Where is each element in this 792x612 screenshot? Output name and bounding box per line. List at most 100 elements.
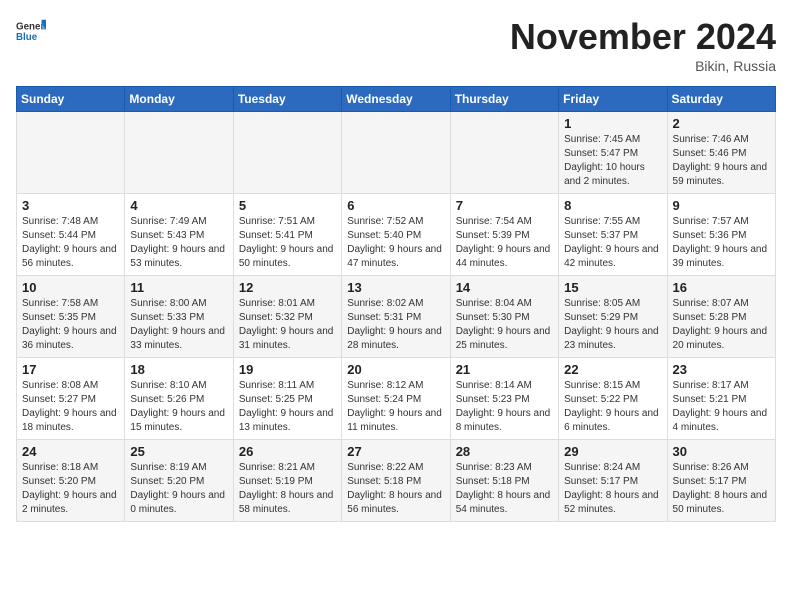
calendar-day-cell: 6 Sunrise: 7:52 AM Sunset: 5:40 PM Daylig… bbox=[342, 194, 450, 276]
day-info: Sunrise: 8:01 AM Sunset: 5:32 PM Dayligh… bbox=[239, 297, 336, 353]
day-number: 20 bbox=[347, 362, 444, 377]
calendar-day-cell: 16 Sunrise: 8:07 AM Sunset: 5:28 PM Dayli… bbox=[667, 276, 775, 358]
day-info: Sunrise: 7:45 AM Sunset: 5:47 PM Dayligh… bbox=[564, 133, 661, 189]
calendar-day-cell: 1 Sunrise: 7:45 AM Sunset: 5:47 PM Daylig… bbox=[559, 112, 667, 194]
calendar-day-cell: 11Sunrise: 8:00 AM Sunset: 5:33 PM Dayli… bbox=[125, 276, 233, 358]
day-info: Sunrise: 8:10 AM Sunset: 5:26 PM Dayligh… bbox=[130, 379, 227, 435]
calendar-day-cell: 23Sunrise: 8:17 AM Sunset: 5:21 PM Dayli… bbox=[667, 358, 775, 440]
calendar-day-cell: 21Sunrise: 8:14 AM Sunset: 5:23 PM Dayli… bbox=[450, 358, 558, 440]
calendar-day-cell bbox=[342, 112, 450, 194]
weekday-header-cell: Wednesday bbox=[342, 87, 450, 112]
calendar-day-cell: 20Sunrise: 8:12 AM Sunset: 5:24 PM Dayli… bbox=[342, 358, 450, 440]
title-block: November 2024 Bikin, Russia bbox=[510, 16, 776, 74]
day-number: 25 bbox=[130, 444, 227, 459]
calendar-day-cell: 25 Sunrise: 8:19 AM Sunset: 5:20 PM Dayli… bbox=[125, 440, 233, 522]
calendar-week-row: 24 Sunrise: 8:18 AM Sunset: 5:20 PM Dayli… bbox=[17, 440, 776, 522]
calendar-day-cell: 3 Sunrise: 7:48 AM Sunset: 5:44 PM Daylig… bbox=[17, 194, 125, 276]
day-number: 5 bbox=[239, 198, 336, 213]
day-info: Sunrise: 7:54 AM Sunset: 5:39 PM Dayligh… bbox=[456, 215, 553, 271]
day-number: 13 bbox=[347, 280, 444, 295]
calendar-day-cell: 15 Sunrise: 8:05 AM Sunset: 5:29 PM Dayli… bbox=[559, 276, 667, 358]
day-number: 9 bbox=[673, 198, 770, 213]
day-info: Sunrise: 7:49 AM Sunset: 5:43 PM Dayligh… bbox=[130, 215, 227, 271]
calendar-day-cell: 7 Sunrise: 7:54 AM Sunset: 5:39 PM Daylig… bbox=[450, 194, 558, 276]
calendar-day-cell bbox=[125, 112, 233, 194]
day-number: 29 bbox=[564, 444, 661, 459]
calendar-day-cell: 24 Sunrise: 8:18 AM Sunset: 5:20 PM Dayli… bbox=[17, 440, 125, 522]
day-info: Sunrise: 8:22 AM Sunset: 5:18 PM Dayligh… bbox=[347, 461, 444, 517]
day-number: 1 bbox=[564, 116, 661, 131]
day-number: 8 bbox=[564, 198, 661, 213]
weekday-header-cell: Friday bbox=[559, 87, 667, 112]
day-info: Sunrise: 7:52 AM Sunset: 5:40 PM Dayligh… bbox=[347, 215, 444, 271]
calendar-table: SundayMondayTuesdayWednesdayThursdayFrid… bbox=[16, 86, 776, 522]
day-info: Sunrise: 8:19 AM Sunset: 5:20 PM Dayligh… bbox=[130, 461, 227, 517]
calendar-day-cell: 5 Sunrise: 7:51 AM Sunset: 5:41 PM Daylig… bbox=[233, 194, 341, 276]
calendar-body: 1 Sunrise: 7:45 AM Sunset: 5:47 PM Daylig… bbox=[17, 112, 776, 522]
day-info: Sunrise: 7:46 AM Sunset: 5:46 PM Dayligh… bbox=[673, 133, 770, 189]
day-info: Sunrise: 8:14 AM Sunset: 5:23 PM Dayligh… bbox=[456, 379, 553, 435]
day-number: 12 bbox=[239, 280, 336, 295]
weekday-header-cell: Thursday bbox=[450, 87, 558, 112]
day-number: 4 bbox=[130, 198, 227, 213]
day-number: 27 bbox=[347, 444, 444, 459]
weekday-header-cell: Saturday bbox=[667, 87, 775, 112]
day-info: Sunrise: 8:18 AM Sunset: 5:20 PM Dayligh… bbox=[22, 461, 119, 517]
day-number: 15 bbox=[564, 280, 661, 295]
calendar-day-cell bbox=[233, 112, 341, 194]
day-number: 7 bbox=[456, 198, 553, 213]
day-info: Sunrise: 7:58 AM Sunset: 5:35 PM Dayligh… bbox=[22, 297, 119, 353]
calendar-week-row: 1 Sunrise: 7:45 AM Sunset: 5:47 PM Daylig… bbox=[17, 112, 776, 194]
day-number: 17 bbox=[22, 362, 119, 377]
day-info: Sunrise: 8:26 AM Sunset: 5:17 PM Dayligh… bbox=[673, 461, 770, 517]
day-info: Sunrise: 8:24 AM Sunset: 5:17 PM Dayligh… bbox=[564, 461, 661, 517]
calendar-day-cell bbox=[450, 112, 558, 194]
calendar-day-cell: 13 Sunrise: 8:02 AM Sunset: 5:31 PM Dayli… bbox=[342, 276, 450, 358]
logo-icon: General Blue bbox=[16, 16, 46, 46]
day-info: Sunrise: 8:17 AM Sunset: 5:21 PM Dayligh… bbox=[673, 379, 770, 435]
day-number: 24 bbox=[22, 444, 119, 459]
day-info: Sunrise: 8:23 AM Sunset: 5:18 PM Dayligh… bbox=[456, 461, 553, 517]
day-info: Sunrise: 8:05 AM Sunset: 5:29 PM Dayligh… bbox=[564, 297, 661, 353]
calendar-day-cell: 9 Sunrise: 7:57 AM Sunset: 5:36 PM Daylig… bbox=[667, 194, 775, 276]
day-info: Sunrise: 8:15 AM Sunset: 5:22 PM Dayligh… bbox=[564, 379, 661, 435]
calendar-week-row: 17 Sunrise: 8:08 AM Sunset: 5:27 PM Dayli… bbox=[17, 358, 776, 440]
calendar-day-cell: 18 Sunrise: 8:10 AM Sunset: 5:26 PM Dayli… bbox=[125, 358, 233, 440]
page-header: General Blue November 2024 Bikin, Russia bbox=[16, 16, 776, 74]
day-number: 19 bbox=[239, 362, 336, 377]
day-number: 30 bbox=[673, 444, 770, 459]
svg-text:Blue: Blue bbox=[16, 32, 38, 43]
day-info: Sunrise: 7:55 AM Sunset: 5:37 PM Dayligh… bbox=[564, 215, 661, 271]
day-number: 6 bbox=[347, 198, 444, 213]
weekday-header-cell: Tuesday bbox=[233, 87, 341, 112]
calendar-day-cell: 22Sunrise: 8:15 AM Sunset: 5:22 PM Dayli… bbox=[559, 358, 667, 440]
calendar-day-cell: 10 Sunrise: 7:58 AM Sunset: 5:35 PM Dayli… bbox=[17, 276, 125, 358]
calendar-day-cell bbox=[17, 112, 125, 194]
day-number: 18 bbox=[130, 362, 227, 377]
day-info: Sunrise: 8:07 AM Sunset: 5:28 PM Dayligh… bbox=[673, 297, 770, 353]
logo: General Blue bbox=[16, 16, 46, 46]
day-info: Sunrise: 8:11 AM Sunset: 5:25 PM Dayligh… bbox=[239, 379, 336, 435]
day-info: Sunrise: 8:04 AM Sunset: 5:30 PM Dayligh… bbox=[456, 297, 553, 353]
day-number: 10 bbox=[22, 280, 119, 295]
day-info: Sunrise: 7:48 AM Sunset: 5:44 PM Dayligh… bbox=[22, 215, 119, 271]
calendar-week-row: 10 Sunrise: 7:58 AM Sunset: 5:35 PM Dayli… bbox=[17, 276, 776, 358]
calendar-week-row: 3 Sunrise: 7:48 AM Sunset: 5:44 PM Daylig… bbox=[17, 194, 776, 276]
month-title: November 2024 bbox=[510, 16, 776, 58]
calendar-day-cell: 26Sunrise: 8:21 AM Sunset: 5:19 PM Dayli… bbox=[233, 440, 341, 522]
day-info: Sunrise: 7:57 AM Sunset: 5:36 PM Dayligh… bbox=[673, 215, 770, 271]
day-info: Sunrise: 7:51 AM Sunset: 5:41 PM Dayligh… bbox=[239, 215, 336, 271]
location: Bikin, Russia bbox=[510, 58, 776, 74]
day-number: 26 bbox=[239, 444, 336, 459]
calendar-day-cell: 4 Sunrise: 7:49 AM Sunset: 5:43 PM Daylig… bbox=[125, 194, 233, 276]
day-number: 16 bbox=[673, 280, 770, 295]
calendar-day-cell: 19 Sunrise: 8:11 AM Sunset: 5:25 PM Dayli… bbox=[233, 358, 341, 440]
day-info: Sunrise: 8:02 AM Sunset: 5:31 PM Dayligh… bbox=[347, 297, 444, 353]
calendar-day-cell: 28 Sunrise: 8:23 AM Sunset: 5:18 PM Dayli… bbox=[450, 440, 558, 522]
calendar-day-cell: 14Sunrise: 8:04 AM Sunset: 5:30 PM Dayli… bbox=[450, 276, 558, 358]
day-number: 3 bbox=[22, 198, 119, 213]
day-info: Sunrise: 8:00 AM Sunset: 5:33 PM Dayligh… bbox=[130, 297, 227, 353]
weekday-header-cell: Sunday bbox=[17, 87, 125, 112]
day-number: 28 bbox=[456, 444, 553, 459]
day-info: Sunrise: 8:08 AM Sunset: 5:27 PM Dayligh… bbox=[22, 379, 119, 435]
